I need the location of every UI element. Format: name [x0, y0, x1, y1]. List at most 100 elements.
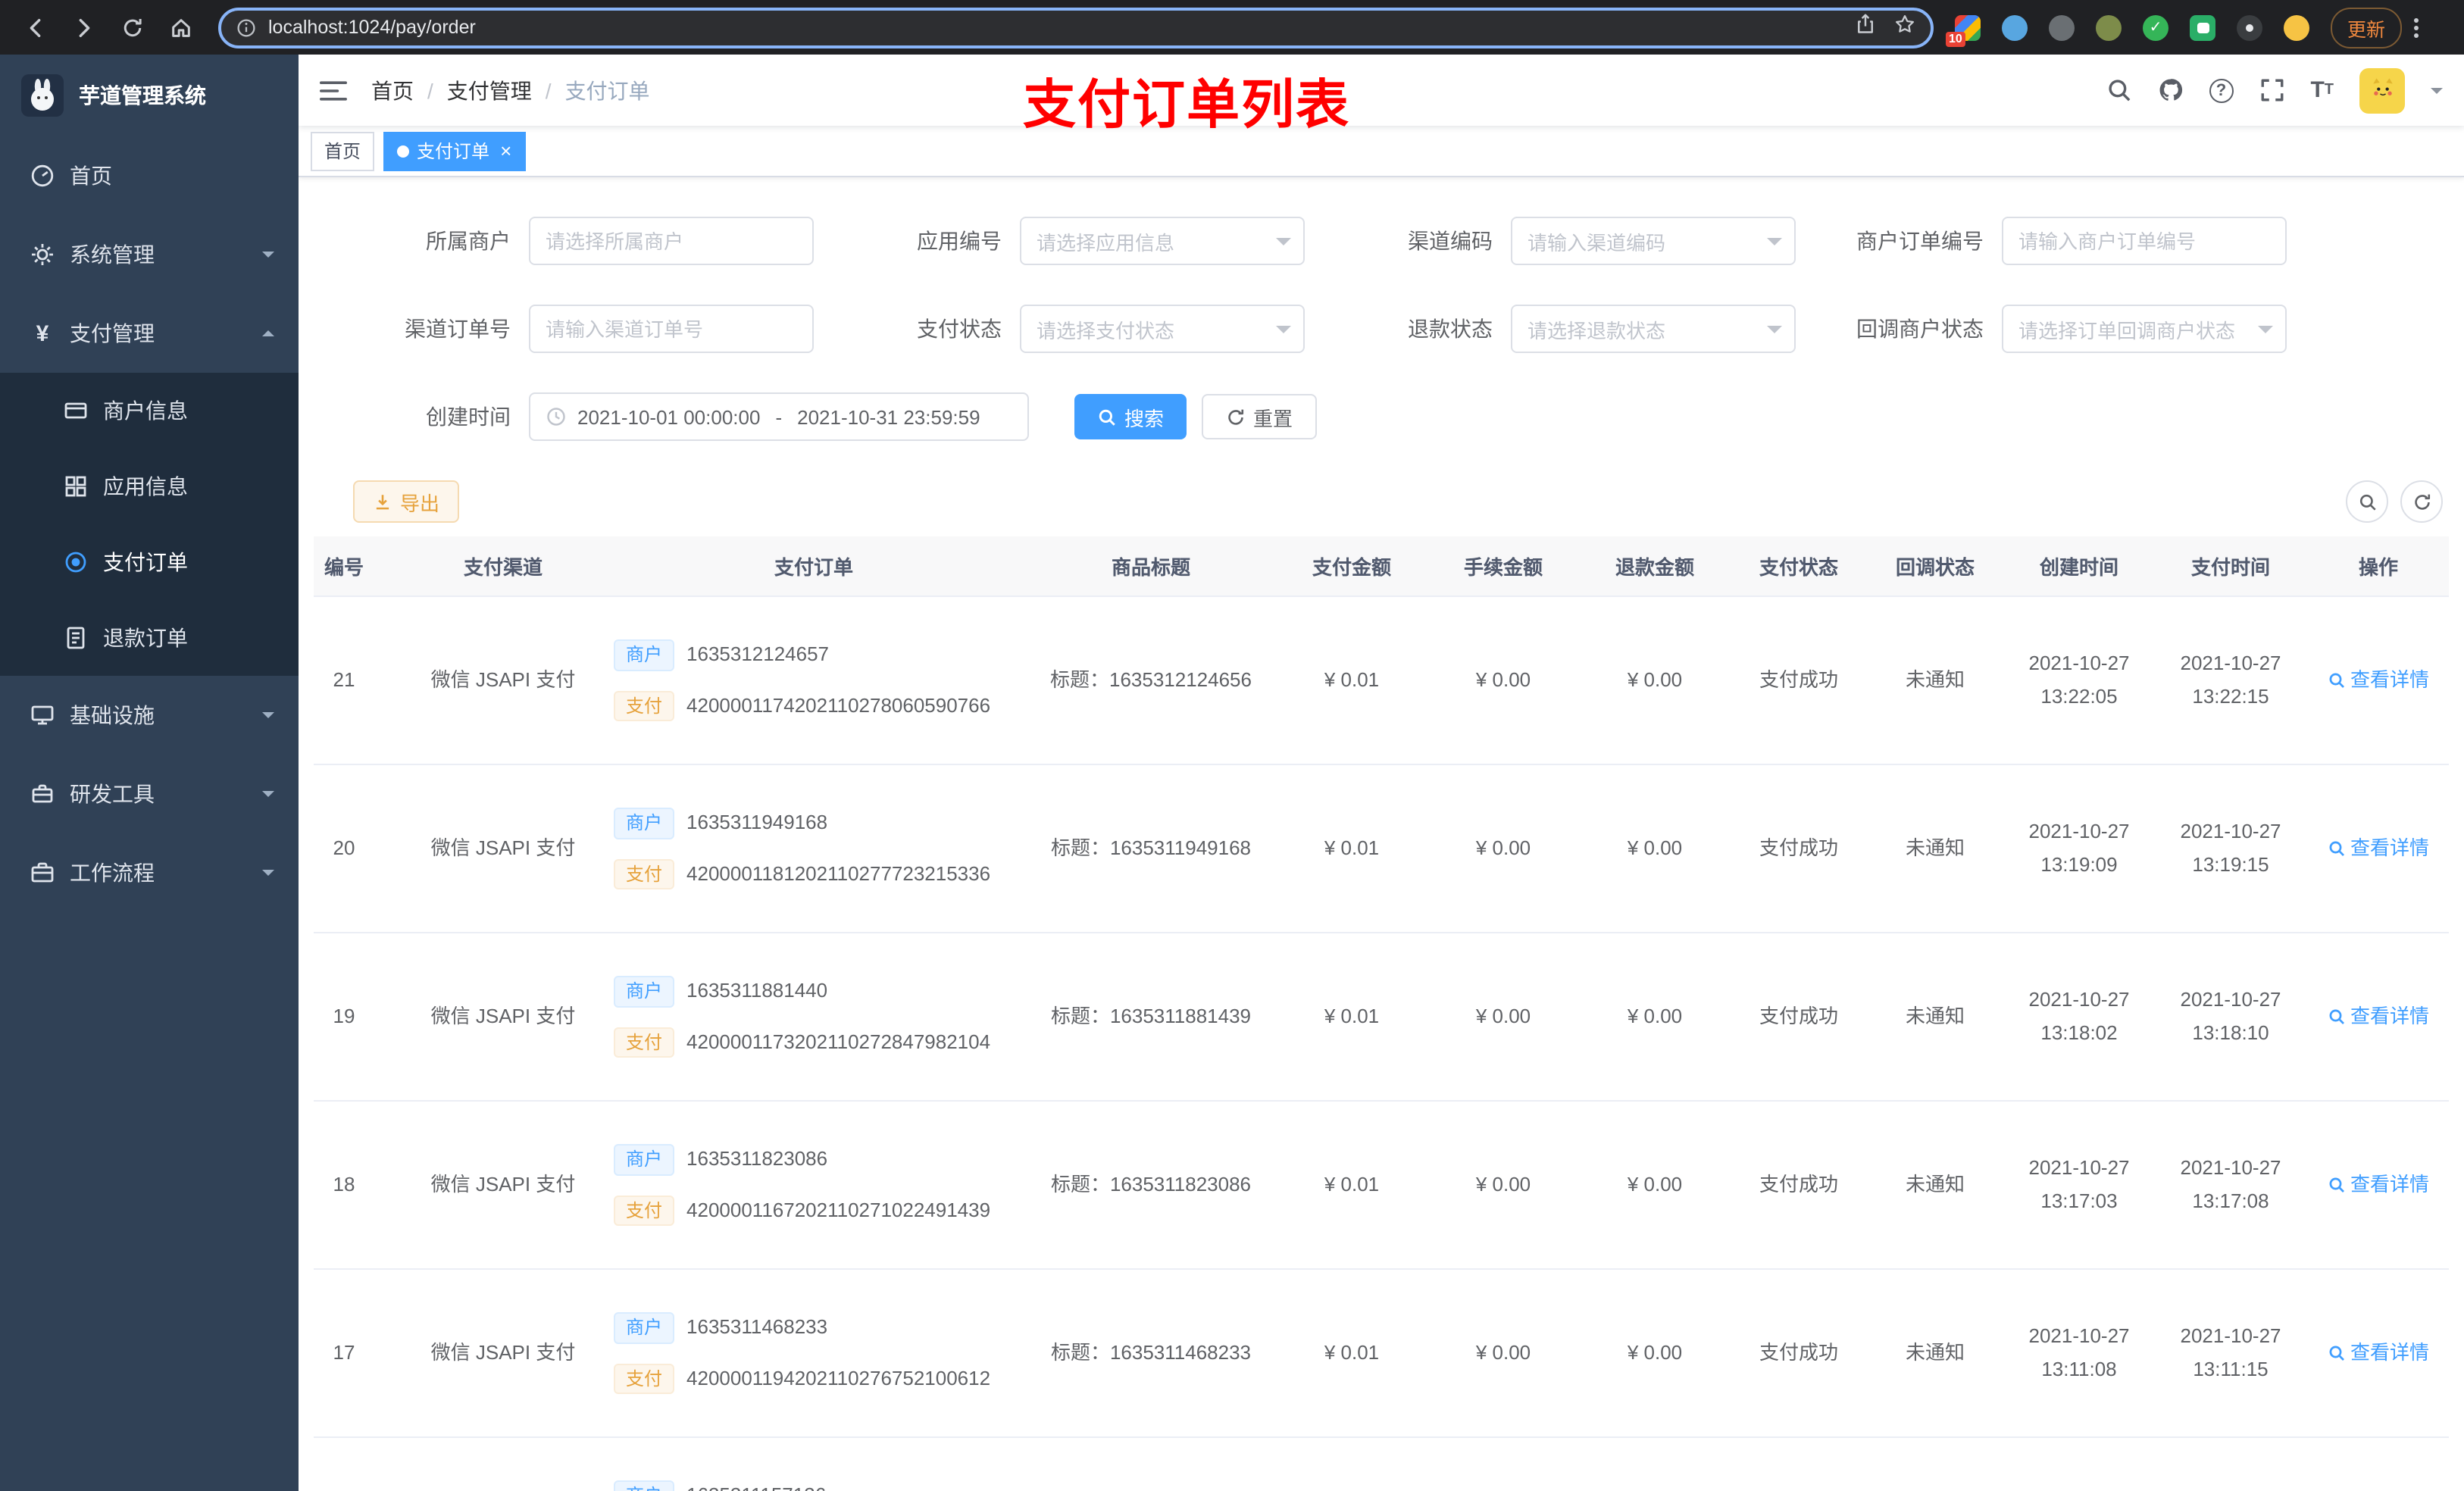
amount-cell: ¥ 0.01	[1276, 933, 1427, 1102]
view-detail-link[interactable]: 查看详情	[2328, 1000, 2429, 1033]
sidebar-item-system[interactable]: 系统管理	[0, 215, 299, 294]
site-info-icon[interactable]	[236, 17, 256, 37]
url-text[interactable]: localhost:1024/pay/order	[268, 17, 1855, 38]
home-icon[interactable]	[161, 8, 200, 47]
export-button[interactable]: 导出	[353, 480, 460, 523]
extension-icon-2[interactable]	[2002, 14, 2028, 40]
create-time-cell	[2003, 1438, 2155, 1491]
channel-order-no-input[interactable]	[529, 305, 814, 353]
order-id-cell: 20	[314, 765, 405, 933]
magnifier-icon	[2329, 1177, 2344, 1192]
refund-status-select[interactable]: 请选择退款状态	[1511, 305, 1796, 353]
back-icon[interactable]	[15, 8, 55, 47]
create-time-cell: 2021-10-27 13:11:08	[2003, 1270, 2155, 1438]
column-header-pay-order: 支付订单	[602, 536, 1026, 597]
refresh-table-button[interactable]	[2400, 480, 2443, 523]
create-time-cell: 2021-10-27 13:22:05	[2003, 597, 2155, 765]
extension-icon-6[interactable]	[2190, 14, 2215, 40]
chevron-down-icon	[1767, 325, 1782, 340]
extension-icon-5[interactable]: ✓	[2143, 14, 2169, 40]
status-cell: 支付成功	[1731, 1102, 1867, 1270]
order-id-cell	[314, 1438, 405, 1491]
pay-time-cell: 2021-10-27 13:22:15	[2155, 597, 2306, 765]
amount-cell	[1276, 1438, 1427, 1491]
merchant-order-no-input[interactable]	[2002, 217, 2287, 265]
extension-icon-8[interactable]	[2284, 14, 2309, 40]
sidebar-item-app-info[interactable]: 应用信息	[0, 449, 299, 524]
view-detail-link[interactable]: 查看详情	[2328, 664, 2429, 697]
sidebar-item-pay-order[interactable]: 支付订单	[0, 524, 299, 600]
font-size-icon[interactable]: TT	[2310, 77, 2334, 103]
field-label: 商户订单编号	[1856, 229, 1984, 253]
view-detail-link[interactable]: 查看详情	[2328, 1168, 2429, 1202]
tag-pay-order[interactable]: 支付订单 ×	[383, 131, 526, 170]
sidebar-item-payment[interactable]: ¥ 支付管理	[0, 294, 299, 373]
sidebar-item-merchant-info[interactable]: 商户信息	[0, 373, 299, 449]
bookmark-star-icon[interactable]	[1894, 13, 1915, 42]
close-icon[interactable]: ×	[500, 141, 511, 161]
pay-badge: 支付	[614, 1195, 675, 1227]
search-button[interactable]: 搜索	[1074, 394, 1187, 439]
hamburger-icon[interactable]	[320, 78, 347, 102]
order-id-cell: 19	[314, 933, 405, 1102]
actions-cell: 查看详情	[2306, 1438, 2449, 1491]
merchant-badge: 商户	[614, 1311, 675, 1343]
forward-icon[interactable]	[64, 8, 103, 47]
logo[interactable]: 芋道管理系统	[0, 55, 299, 136]
table-header-row: 编号 支付渠道 支付订单 商品标题 支付金额 手续金额 退款金额 支付状态 回调…	[314, 536, 2449, 597]
reload-icon[interactable]	[112, 8, 152, 47]
merchant-input[interactable]	[529, 217, 814, 265]
fullscreen-icon[interactable]	[2259, 77, 2284, 103]
merchant-order-no: 1635311823086	[686, 1147, 828, 1170]
briefcase-icon	[31, 862, 54, 883]
sidebar-item-infra[interactable]: 基础设施	[0, 676, 299, 755]
notify-cell	[1867, 1438, 2003, 1491]
app-select[interactable]: 请选择应用信息	[1020, 217, 1305, 265]
chrome-update-button[interactable]: 更新	[2331, 7, 2403, 48]
extension-icon-7[interactable]	[2237, 14, 2262, 40]
orders-table: 编号 支付渠道 支付订单 商品标题 支付金额 手续金额 退款金额 支付状态 回调…	[314, 536, 2449, 1491]
title-cell: 标题：1635311823086	[1026, 1102, 1276, 1270]
refund-cell: ¥ 0.00	[1579, 1270, 1731, 1438]
search-icon[interactable]	[2106, 77, 2131, 103]
date-separator: -	[775, 405, 783, 428]
merchant-badge: 商户	[614, 1480, 675, 1491]
share-icon[interactable]	[1855, 13, 1876, 42]
fee-cell: ¥ 0.00	[1427, 933, 1579, 1102]
payment-submenu: 商户信息 应用信息 支付订单 退款订单	[0, 373, 299, 676]
breadcrumb-payment[interactable]: 支付管理	[447, 75, 532, 105]
user-avatar[interactable]	[2359, 67, 2405, 113]
channel-cell: 微信 JSAPI 支付	[405, 597, 602, 765]
document-icon	[67, 627, 85, 649]
sidebar-item-workflow[interactable]: 工作流程	[0, 833, 299, 912]
chevron-down-icon[interactable]	[2431, 87, 2443, 99]
reset-button[interactable]: 重置	[1202, 394, 1318, 439]
channel-code-select[interactable]: 请输入渠道编码	[1511, 217, 1796, 265]
help-icon[interactable]: ?	[2209, 78, 2234, 102]
view-detail-link[interactable]: 查看详情	[2328, 1336, 2429, 1370]
tag-home[interactable]: 首页	[311, 131, 375, 170]
pay-status-select[interactable]: 请选择支付状态	[1020, 305, 1305, 353]
table-row: 21 微信 JSAPI 支付 商户 1635312124657 支付 42000…	[314, 597, 2449, 765]
refresh-icon	[2414, 493, 2430, 509]
notify-status-select[interactable]: 请选择订单回调商户状态	[2002, 305, 2287, 353]
sidebar-item-refund-order[interactable]: 退款订单	[0, 600, 299, 676]
sidebar-item-home[interactable]: 首页	[0, 136, 299, 215]
dashboard-icon	[31, 164, 54, 187]
address-bar[interactable]: localhost:1024/pay/order	[218, 7, 1934, 48]
create-time-cell: 2021-10-27 13:17:03	[2003, 1102, 2155, 1270]
breadcrumb-home[interactable]: 首页	[371, 75, 414, 105]
github-icon[interactable]	[2157, 77, 2183, 103]
pay-time-cell: 2021-10-27 13:11:15	[2155, 1270, 2306, 1438]
amount-cell: ¥ 0.01	[1276, 1102, 1427, 1270]
toggle-search-button[interactable]	[2346, 480, 2388, 523]
extension-icon-4[interactable]	[2096, 14, 2122, 40]
view-detail-link[interactable]: 查看详情	[2328, 832, 2429, 865]
breadcrumb: 首页 / 支付管理 / 支付订单	[371, 75, 650, 105]
extension-icon-1[interactable]: 10	[1946, 14, 1981, 46]
sidebar-item-devtools[interactable]: 研发工具	[0, 755, 299, 833]
channel-pay-no: 4200001194202110276752100612	[686, 1366, 991, 1389]
extension-icon-3[interactable]	[2049, 14, 2075, 40]
create-time-range-picker[interactable]: 2021-10-01 00:00:00 - 2021-10-31 23:59:5…	[529, 392, 1029, 441]
chrome-menu-icon[interactable]	[2414, 17, 2419, 37]
